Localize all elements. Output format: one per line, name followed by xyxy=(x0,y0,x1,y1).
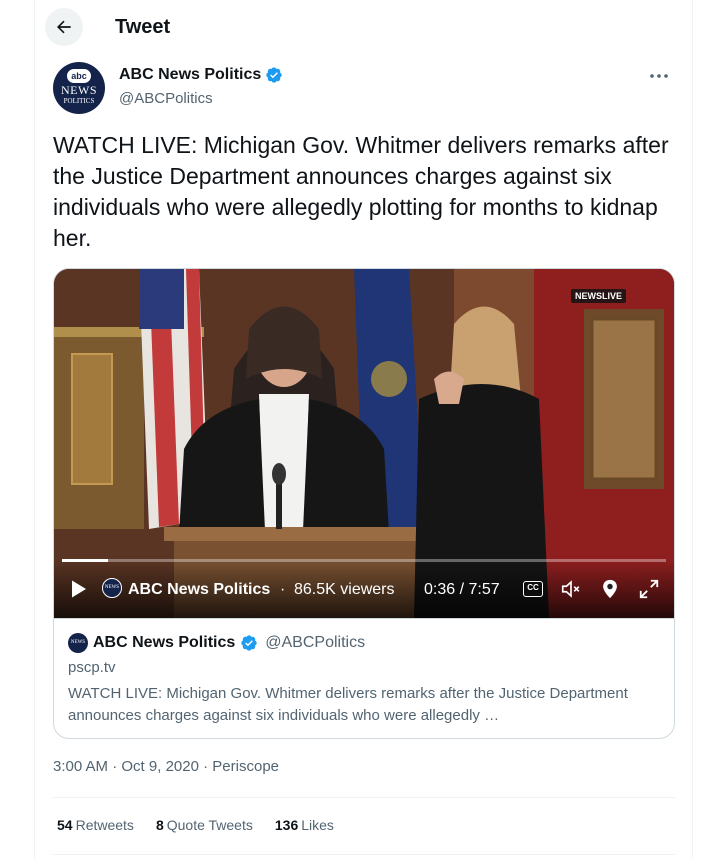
link-preview[interactable]: NEWS ABC News Politics @ABCPolitics pscp… xyxy=(54,618,674,738)
tweet-time[interactable]: 3:00 AM xyxy=(53,758,108,775)
progress-fill xyxy=(62,559,108,562)
tweet-stats: 54 Retweets 8 Quote Tweets 136 Likes xyxy=(57,817,334,833)
timestamp-separator: · xyxy=(198,758,213,775)
arrow-left-icon xyxy=(57,20,71,34)
control-row: NEWS ABC News Politics · 86.5K viewers 0… xyxy=(54,573,674,603)
tweet-source[interactable]: Periscope xyxy=(212,758,279,775)
link-preview-author: NEWS ABC News Politics @ABCPolitics xyxy=(68,633,365,653)
likes-stat[interactable]: 136 Likes xyxy=(275,817,334,833)
avatar[interactable]: abc NEWS POLITICS xyxy=(53,62,105,114)
fullscreen-icon[interactable] xyxy=(638,578,660,600)
page-title: Tweet xyxy=(115,16,171,38)
video-controls: NEWS ABC News Politics · 86.5K viewers 0… xyxy=(54,559,674,618)
likes-label: Likes xyxy=(301,817,334,833)
author-name-text: ABC News Politics xyxy=(119,66,262,83)
play-icon[interactable] xyxy=(66,577,90,601)
more-dots-icon xyxy=(650,74,668,78)
tweet-column: Tweet abc NEWS POLITICS ABC News Politic… xyxy=(34,0,693,859)
link-preview-name: ABC News Politics xyxy=(93,634,236,651)
page-header: Tweet xyxy=(35,0,693,56)
likes-count: 136 xyxy=(274,817,299,833)
tweet-text: WATCH LIVE: Michigan Gov. Whitmer delive… xyxy=(53,132,669,251)
location-pin-icon[interactable] xyxy=(599,578,621,600)
link-preview-domain: pscp.tv xyxy=(68,659,116,676)
viewer-count: 86.5K viewers xyxy=(294,581,395,598)
author-name[interactable]: ABC News Politics xyxy=(119,66,283,84)
timestamp-separator: · xyxy=(108,758,122,775)
avatar-news-text: NEWS xyxy=(61,83,97,97)
divider xyxy=(53,854,675,855)
quote-tweets-count: 8 xyxy=(155,817,164,833)
avatar-politics-text: POLITICS xyxy=(63,97,95,105)
muted-speaker-icon[interactable] xyxy=(559,578,583,600)
author-handle[interactable]: @ABCPolitics xyxy=(119,90,213,107)
verified-badge-icon xyxy=(266,67,282,83)
source-avatar: NEWS xyxy=(102,578,122,598)
video-source-name[interactable]: ABC News Politics xyxy=(128,581,270,599)
verified-badge-icon xyxy=(241,635,257,651)
retweets-stat[interactable]: 54 Retweets xyxy=(57,817,134,833)
tweet-date[interactable]: Oct 9, 2020 xyxy=(121,758,199,775)
divider xyxy=(53,797,675,798)
captions-button[interactable]: CC xyxy=(523,581,543,597)
tweet-author: abc NEWS POLITICS ABC News Politics @ABC… xyxy=(53,62,675,118)
separator-dot: · xyxy=(280,581,286,598)
news-live-badge: NEWSLIVE xyxy=(571,289,627,303)
more-options-button[interactable] xyxy=(645,64,673,88)
link-preview-avatar: NEWS xyxy=(68,633,88,653)
retweets-count: 54 xyxy=(57,817,73,833)
avatar-abc-text: abc xyxy=(67,69,91,83)
video-time: 0:36 / 7:57 xyxy=(424,581,500,598)
progress-bar[interactable] xyxy=(62,559,666,562)
video-player[interactable]: NEWSLIVE NEWS ABC News Politics · 86.5K … xyxy=(54,269,674,618)
tweet-timestamp: 3:00 AM · Oct 9, 2020 · Periscope xyxy=(53,758,279,775)
quote-tweets-label: Quote Tweets xyxy=(166,817,253,833)
retweets-label: Retweets xyxy=(75,817,134,833)
media-card: NEWSLIVE NEWS ABC News Politics · 86.5K … xyxy=(53,268,675,739)
quote-tweets-stat[interactable]: 8 Quote Tweets xyxy=(156,817,253,833)
back-button[interactable] xyxy=(45,8,83,46)
link-preview-handle: @ABCPolitics xyxy=(265,634,366,651)
link-preview-description: WATCH LIVE: Michigan Gov. Whitmer delive… xyxy=(68,685,628,724)
